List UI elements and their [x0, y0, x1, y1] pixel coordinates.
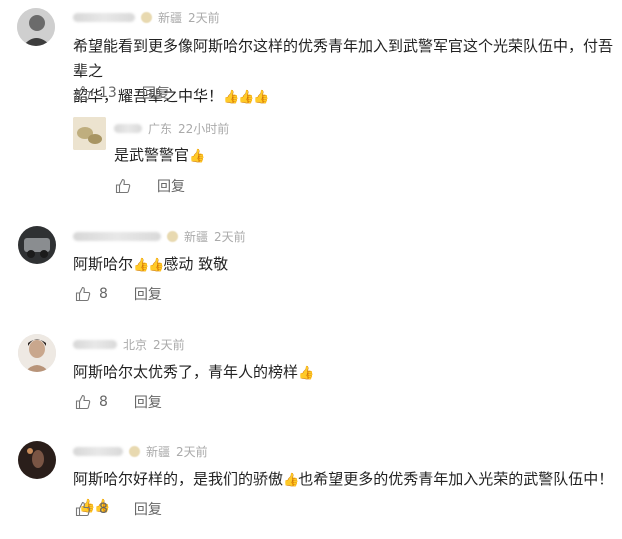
avatar-image-icon [18, 441, 56, 479]
like-icon[interactable] [75, 501, 91, 517]
comment-actions: 13 回复 [75, 83, 170, 103]
avatar[interactable] [17, 8, 55, 46]
comment-location: 北京 [123, 338, 148, 352]
like-icon[interactable] [75, 85, 91, 101]
like-count: 13 [99, 85, 117, 101]
comment-text-line: 希望能看到更多像阿斯哈尔这样的优秀青年加入到武警军官这个光荣队伍中，付吾辈之 [73, 37, 614, 80]
username-blurred[interactable] [73, 447, 123, 456]
reply-actions: 回复 [115, 176, 185, 196]
reply-meta: 广东 22小时前 [114, 120, 229, 137]
comment-text-segment: 也希望更多的优秀青年加入光荣的武警队伍中！ [298, 470, 614, 488]
like-icon[interactable] [115, 178, 131, 194]
avatar-image-icon [17, 8, 55, 46]
reply-button[interactable]: 回复 [157, 176, 185, 196]
comment-actions: 8 回复 [75, 392, 162, 412]
comment-location: 新疆 [184, 230, 209, 244]
comment-time: 2天前 [176, 445, 208, 459]
comment-actions: 8 回复 [75, 284, 162, 304]
comment-text-segment: 阿斯哈尔太优秀了，青年人的榜样 [73, 363, 299, 381]
like-count: 8 [99, 501, 108, 517]
comment-text-segment: 感动 致敬 [163, 255, 229, 273]
reply-location: 广东 [148, 122, 173, 136]
like-icon[interactable] [75, 394, 91, 410]
username-blurred[interactable] [73, 13, 135, 22]
avatar-image-icon [18, 226, 56, 264]
vip-badge-icon [129, 446, 140, 457]
like-count: 8 [99, 394, 108, 410]
comment-actions: 8 回复 [75, 499, 162, 519]
comment-meta: 新疆 2天前 [73, 228, 246, 245]
comment-time: 2天前 [153, 338, 185, 352]
comment-meta: 新疆 2天前 [73, 9, 220, 26]
username-blurred[interactable] [73, 232, 161, 241]
reply-button[interactable]: 回复 [134, 284, 162, 304]
reply-button[interactable]: 回复 [142, 83, 170, 103]
comment-text: 阿斯哈尔太优秀了，青年人的榜样👍 [73, 360, 314, 386]
thumbs-up-emoji-icon: 👍 [283, 473, 299, 488]
comment-time: 2天前 [214, 230, 246, 244]
reply-button[interactable]: 回复 [134, 499, 162, 519]
comment-meta: 新疆 2天前 [73, 443, 208, 460]
comment-text-segment: 阿斯哈尔 [73, 255, 134, 273]
username-blurred[interactable] [73, 340, 117, 349]
vip-badge-icon [141, 12, 152, 23]
vip-badge-icon [167, 231, 178, 242]
comment-location: 新疆 [146, 445, 171, 459]
reply-button[interactable]: 回复 [134, 392, 162, 412]
comment-text: 阿斯哈尔👍👍感动 致敬 [73, 252, 228, 278]
reply-time: 22小时前 [178, 122, 230, 136]
comment-location: 新疆 [158, 11, 183, 25]
thumbs-up-emoji-icon: 👍 [298, 366, 314, 381]
reply-avatar[interactable] [73, 117, 106, 150]
avatar[interactable] [18, 334, 56, 372]
comment-time: 2天前 [188, 11, 220, 25]
avatar-image-icon [73, 117, 106, 150]
reply-text: 是武警警官👍 [114, 143, 205, 169]
thumbs-up-emoji-icon: 👍👍 [133, 258, 164, 273]
username-blurred[interactable] [114, 124, 142, 133]
like-icon[interactable] [75, 286, 91, 302]
reply-text-segment: 是武警警官 [114, 146, 190, 164]
like-count: 8 [99, 286, 108, 302]
avatar[interactable] [18, 441, 56, 479]
thumbs-up-emoji-icon: 👍👍👍 [223, 90, 270, 105]
comment-meta: 北京 2天前 [73, 336, 185, 353]
thumbs-up-emoji-icon: 👍 [189, 149, 205, 164]
comment-text-segment: 阿斯哈尔好样的，是我们的骄傲 [73, 470, 284, 488]
avatar-image-icon [18, 334, 56, 372]
avatar[interactable] [18, 226, 56, 264]
